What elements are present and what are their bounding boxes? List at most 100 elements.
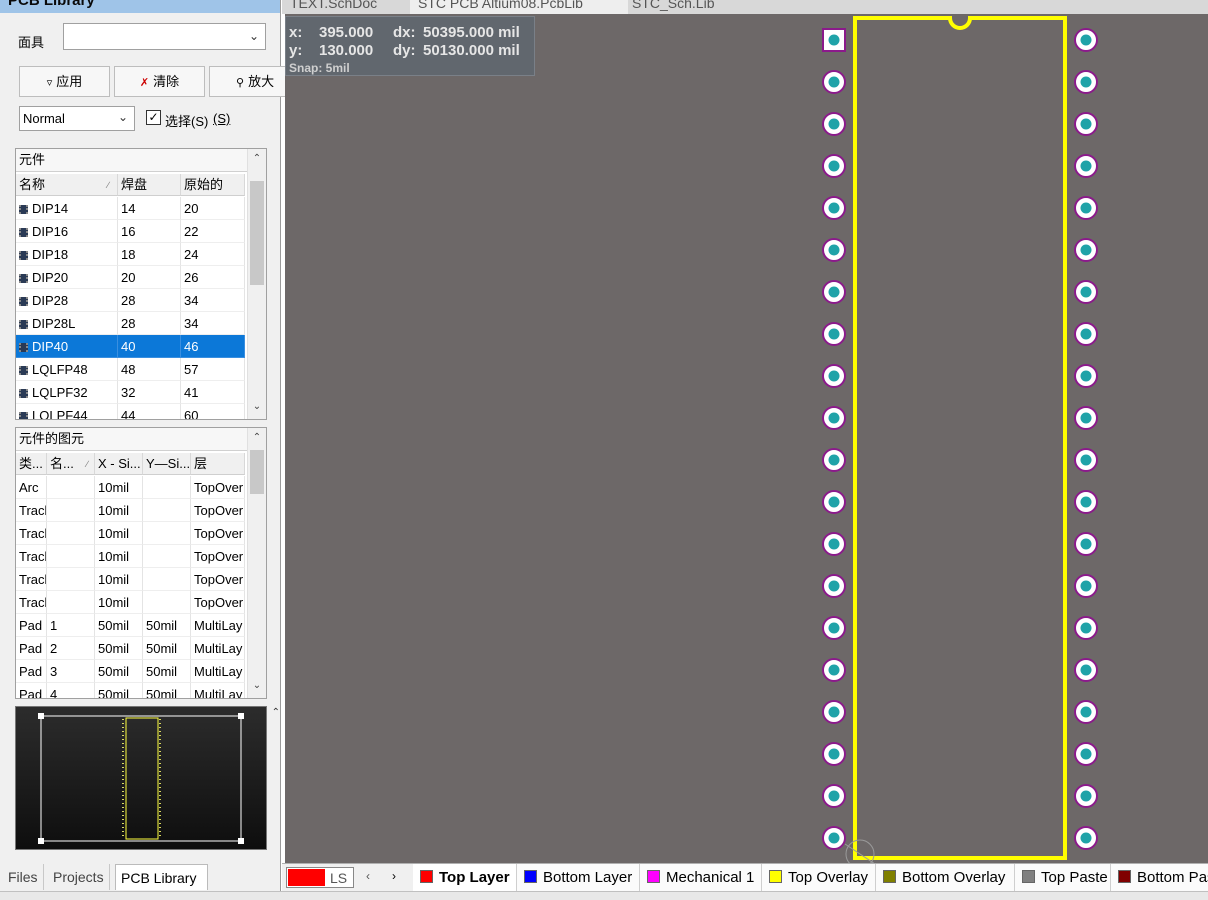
tab-pcb-library[interactable]: PCB Library xyxy=(115,864,208,890)
apply-button[interactable]: ▿ 应用 xyxy=(19,66,110,97)
layer-tab[interactable]: Top Paste xyxy=(1015,864,1111,892)
pad-hole xyxy=(828,790,840,802)
viewer-handle xyxy=(238,838,244,844)
primitive-row[interactable]: Pad 4 50mil 50mil MultiLay xyxy=(16,683,245,698)
col-header-pname[interactable]: 名... ∕ xyxy=(47,453,95,475)
clear-button[interactable]: ✗ 清除 xyxy=(114,66,205,97)
component-row[interactable]: LQLPF32 32 41 xyxy=(16,381,245,404)
primitive-xsize: 10mil xyxy=(95,568,143,591)
component-row[interactable]: DIP40 40 46 xyxy=(16,335,245,358)
component-name: DIP14 xyxy=(32,201,69,216)
tab-stc-schlib[interactable]: STC_Sch.Lib xyxy=(624,0,772,14)
layer-tab-label: Bottom Overlay xyxy=(902,869,1006,886)
component-primitives: 26 xyxy=(184,270,199,285)
primitive-row[interactable]: Track 10mil TopOver xyxy=(16,591,245,614)
pad-hole xyxy=(828,496,840,508)
pcb-canvas[interactable]: x: 395.000 dx: 50395.000 mil y: 130.000 … xyxy=(285,14,1208,863)
component-row[interactable]: LQLFP48 48 57 xyxy=(16,358,245,381)
scroll-down-icon[interactable]: ⌄ xyxy=(248,678,266,694)
primitive-ysize xyxy=(143,568,191,591)
tab-files[interactable]: Files xyxy=(3,864,44,890)
col-header-pads[interactable]: 焊盘 xyxy=(118,174,181,196)
component-name: DIP28L xyxy=(32,316,76,331)
component-row[interactable]: DIP20 20 26 xyxy=(16,266,245,289)
x-label: x: xyxy=(289,24,303,41)
primitive-row[interactable]: Pad 1 50mil 50mil MultiLay xyxy=(16,614,245,637)
pad-hole xyxy=(828,34,840,46)
primitive-row[interactable]: Arc 10mil TopOver xyxy=(16,476,245,499)
footprint-icon xyxy=(19,228,28,237)
layer-tab[interactable]: Bottom Paste xyxy=(1111,864,1208,892)
dy-label: dy: xyxy=(393,42,416,59)
col-header-layer[interactable]: 层 xyxy=(191,453,245,475)
component-name: LQLFP48 xyxy=(32,362,88,377)
mini-viewer[interactable]: ⌃ xyxy=(15,706,280,850)
pad-hole xyxy=(828,160,840,172)
primitive-row[interactable]: Pad 2 50mil 50mil MultiLay xyxy=(16,637,245,660)
pad-hole xyxy=(1080,496,1092,508)
apply-label: 应用 xyxy=(56,74,83,89)
primitive-row[interactable]: Track 10mil TopOver xyxy=(16,522,245,545)
primitive-ysize: 50mil xyxy=(143,637,191,660)
tab-text-schdoc[interactable]: TEXT.SchDoc xyxy=(282,0,415,14)
primitive-row[interactable]: Pad 3 50mil 50mil MultiLay xyxy=(16,660,245,683)
layer-scroll-left-icon[interactable]: ‹ xyxy=(366,869,370,883)
pad-hole xyxy=(1080,580,1092,592)
scroll-up-icon[interactable]: ⌃ xyxy=(272,707,280,718)
tab-stc-pcblib[interactable]: STC PCB Altium08.PcbLib xyxy=(410,0,628,14)
layer-tab[interactable]: Top Layer xyxy=(413,864,517,892)
col-header-xsize[interactable]: X - Si... xyxy=(95,453,143,475)
current-layer-indicator[interactable]: LS xyxy=(286,867,354,888)
scroll-thumb[interactable] xyxy=(250,181,264,285)
component-row[interactable]: LQLPF44 44 60 xyxy=(16,404,245,419)
primitive-ysize xyxy=(143,591,191,614)
primitives-scrollbar[interactable]: ⌃ ⌄ xyxy=(247,428,266,698)
pad-hole xyxy=(828,244,840,256)
component-row[interactable]: DIP28 28 34 xyxy=(16,289,245,312)
component-row[interactable]: DIP18 18 24 xyxy=(16,243,245,266)
components-scrollbar[interactable]: ⌃ ⌄ xyxy=(247,149,266,419)
component-row[interactable]: DIP16 16 22 xyxy=(16,220,245,243)
layer-tab[interactable]: Bottom Overlay xyxy=(876,864,1015,892)
component-pads: 32 xyxy=(121,385,136,400)
primitive-xsize: 50mil xyxy=(95,660,143,683)
layer-tab[interactable]: Mechanical 1 xyxy=(640,864,762,892)
mode-select[interactable]: Normal ⌄ xyxy=(19,106,135,131)
component-name: LQLPF44 xyxy=(32,408,88,419)
primitive-xsize: 50mil xyxy=(95,683,143,698)
pad-hole xyxy=(1080,832,1092,844)
primitive-type: Track xyxy=(16,499,47,522)
layer-tab[interactable]: Bottom Layer xyxy=(517,864,640,892)
primitive-name xyxy=(47,568,95,591)
layer-tab[interactable]: Top Overlay xyxy=(762,864,876,892)
component-row[interactable]: DIP14 14 20 xyxy=(16,197,245,220)
col-header-type[interactable]: 类... xyxy=(16,453,47,475)
layer-scroll-right-icon[interactable]: › xyxy=(392,869,396,883)
primitive-row[interactable]: Track 10mil TopOver xyxy=(16,545,245,568)
component-row[interactable]: DIP28L 28 34 xyxy=(16,312,245,335)
tab-projects[interactable]: Projects xyxy=(48,864,110,890)
component-primitives: 24 xyxy=(184,247,199,262)
primitive-type: Pad xyxy=(16,614,47,637)
primitive-layer: MultiLay xyxy=(191,660,245,683)
footprint-icon xyxy=(19,389,28,398)
primitive-row[interactable]: Track 10mil TopOver xyxy=(16,568,245,591)
mask-combo[interactable]: ⌄ xyxy=(63,23,266,50)
scroll-thumb[interactable] xyxy=(250,450,264,494)
pad-hole xyxy=(1080,118,1092,130)
component-primitives: 34 xyxy=(184,316,199,331)
scroll-down-icon[interactable]: ⌄ xyxy=(248,399,266,415)
pad-hole xyxy=(1080,454,1092,466)
scroll-up-icon[interactable]: ⌃ xyxy=(248,151,266,167)
primitive-row[interactable]: Track 10mil TopOver xyxy=(16,499,245,522)
col-header-ysize[interactable]: Y—Si... xyxy=(143,453,191,475)
scroll-up-icon[interactable]: ⌃ xyxy=(248,430,266,446)
col-header-primitives[interactable]: 原始的 xyxy=(181,174,245,196)
layer-color-swatch xyxy=(1118,870,1131,883)
primitive-ysize: 50mil xyxy=(143,683,191,698)
select-checkbox[interactable]: ✓ xyxy=(146,110,161,125)
pad-hole xyxy=(828,622,840,634)
pcb-library-panel: PCB Library 面具 ⌄ ▿ 应用 ✗ 清除 ⚲ 放大 Normal ⌄ ✓ … xyxy=(0,0,299,899)
primitive-type: Track xyxy=(16,568,47,591)
col-header-name[interactable]: 名称 ∕ xyxy=(16,174,118,196)
